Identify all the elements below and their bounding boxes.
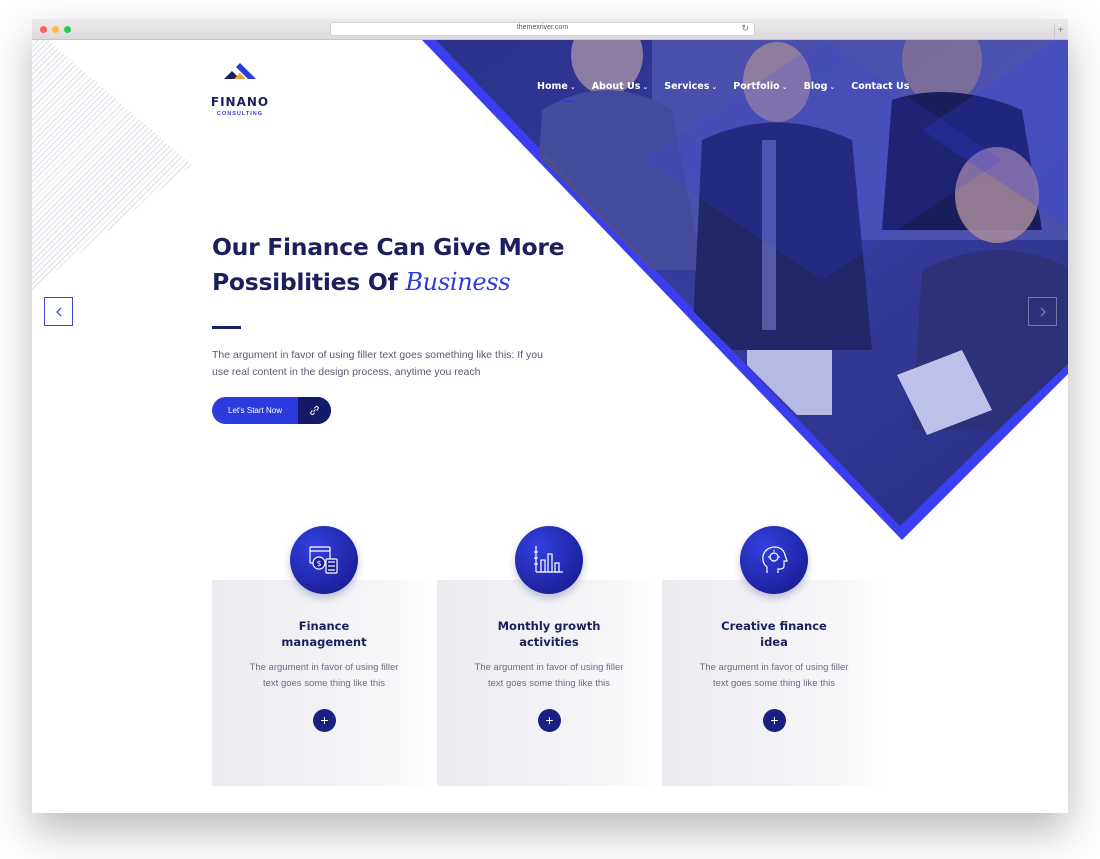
hero-title-emphasis: Business — [405, 268, 511, 296]
browser-toolbar: themexriver.com ↻ + — [32, 19, 1068, 40]
nav-item-label: Blog — [803, 81, 828, 92]
maximize-window-button[interactable] — [64, 26, 71, 33]
hero-description: The argument in favor of using filler te… — [212, 349, 543, 378]
card-expand-button[interactable]: + — [763, 709, 786, 732]
address-bar-url: themexriver.com — [516, 24, 569, 31]
growth-chart-icon — [515, 526, 583, 594]
nav-item-home[interactable]: Home ⌄ — [537, 81, 576, 102]
browser-window: themexriver.com ↻ + FINANO CONSULTING Ho… — [32, 19, 1068, 813]
active-nav-indicator — [563, 100, 575, 102]
new-tab-button[interactable]: + — [1054, 25, 1066, 37]
hero-title-line2-prefix: Possiblities Of — [212, 268, 398, 296]
minimize-window-button[interactable] — [52, 26, 59, 33]
logo-tagline: CONSULTING — [217, 111, 263, 117]
card-title-line: Finance — [298, 619, 350, 633]
nav-item-about-us[interactable]: About Us ⌄ — [592, 81, 649, 97]
slider-next-button[interactable] — [1028, 297, 1057, 326]
start-now-label: Let's Start Now — [228, 406, 282, 415]
address-bar[interactable]: themexriver.com ↻ — [330, 22, 755, 36]
chevron-left-icon — [56, 307, 62, 317]
cta-icon-box — [298, 397, 331, 424]
card-title: Finance management — [212, 618, 436, 650]
nav-item-label: Home — [537, 81, 568, 92]
card-description: The argument in favor of using filler te… — [474, 662, 624, 689]
nav-item-label: About Us — [591, 81, 641, 92]
card-expand-button[interactable]: + — [538, 709, 561, 732]
brand-logo[interactable]: FINANO CONSULTING — [210, 63, 270, 123]
card-title-line: management — [281, 635, 367, 649]
card-title-line: Creative finance — [721, 619, 827, 633]
chevron-right-icon — [1040, 307, 1046, 317]
card-title-line: activities — [519, 635, 579, 649]
chevron-down-icon: ⌄ — [711, 83, 718, 91]
main-navigation: Home ⌄ About Us ⌄ Services ⌄ Portfolio ⌄ Blo… — [537, 81, 925, 102]
hero-title-line2: Possiblities Of Business — [212, 265, 592, 300]
decorative-hatch-pattern — [32, 40, 192, 290]
card-expand-button[interactable]: + — [313, 709, 336, 732]
link-icon — [310, 406, 319, 415]
nav-item-contact-us[interactable]: Contact Us — [851, 81, 909, 97]
logo-mark-icon — [224, 63, 256, 79]
hero-title-line1: Our Finance Can Give More — [212, 233, 565, 261]
card-title: Monthly growth activities — [437, 618, 661, 650]
nav-item-services[interactable]: Services ⌄ — [664, 81, 717, 97]
slider-prev-button[interactable] — [44, 297, 73, 326]
svg-text:$: $ — [316, 559, 321, 568]
card-title: Creative finance idea — [662, 618, 886, 650]
finance-dashboard-icon: $ — [290, 526, 358, 594]
logo-name: FINANO — [210, 95, 270, 109]
close-window-button[interactable] — [40, 26, 47, 33]
web-page: FINANO CONSULTING Home ⌄ About Us ⌄ Servic… — [32, 40, 1068, 813]
hero-title: Our Finance Can Give More Possiblities O… — [212, 230, 592, 300]
card-description: The argument in favor of using filler te… — [699, 662, 849, 689]
nav-item-label: Portfolio — [733, 81, 780, 92]
nav-item-label: Contact Us — [851, 81, 910, 92]
idea-head-icon — [740, 526, 808, 594]
chevron-down-icon: ⌄ — [781, 83, 788, 91]
nav-item-portfolio[interactable]: Portfolio ⌄ — [733, 81, 787, 97]
nav-item-label: Services — [664, 81, 710, 92]
start-now-button[interactable]: Let's Start Now — [212, 397, 331, 424]
chevron-down-icon: ⌄ — [569, 83, 576, 91]
card-title-line: Monthly growth — [497, 619, 601, 633]
card-description: The argument in favor of using filler te… — [249, 662, 399, 689]
nav-item-blog[interactable]: Blog ⌄ — [804, 81, 836, 97]
chevron-down-icon: ⌄ — [642, 83, 649, 91]
card-title-line: idea — [760, 635, 788, 649]
chevron-down-icon: ⌄ — [829, 83, 836, 91]
reload-icon[interactable]: ↻ — [741, 23, 749, 34]
hero-divider — [212, 326, 241, 329]
